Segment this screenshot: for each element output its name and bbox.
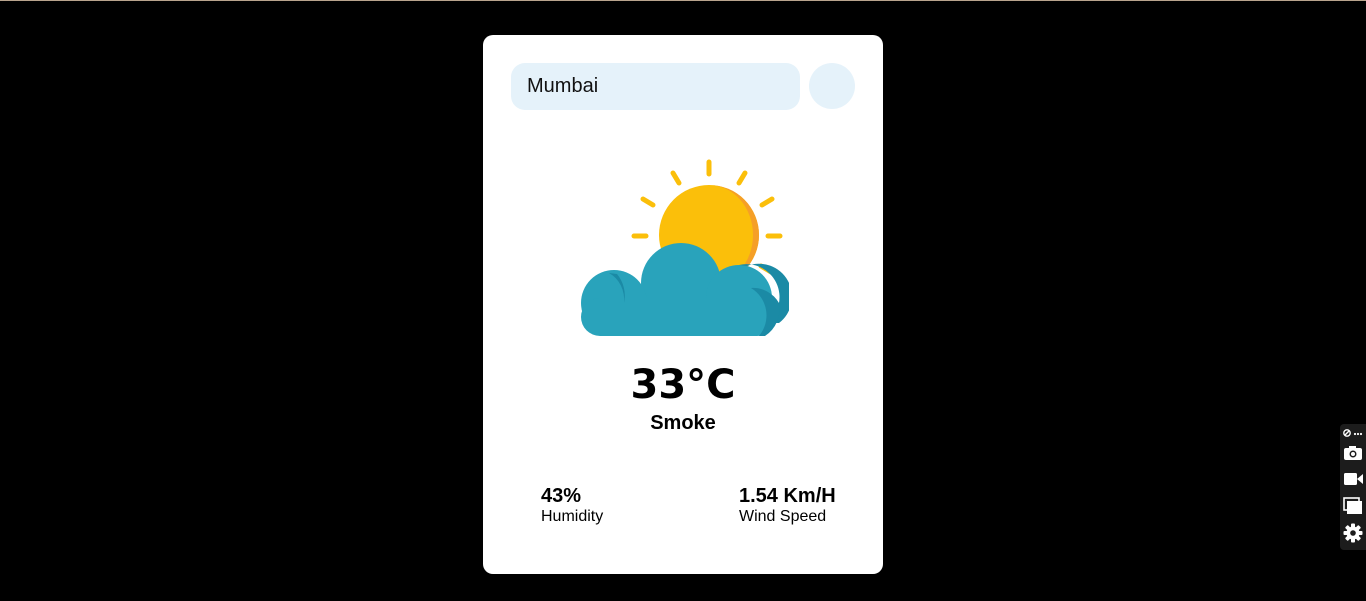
screen-capture-toolbar bbox=[1340, 424, 1366, 550]
settings-button[interactable] bbox=[1340, 521, 1366, 545]
wind-speed-label: Wind Speed bbox=[739, 508, 827, 525]
video-icon bbox=[1344, 473, 1363, 485]
humidity-stat: 43% Humidity bbox=[541, 484, 603, 526]
wind-speed-stat: 1.54 Km/H Wind Speed bbox=[739, 484, 836, 526]
humidity-value: 43% bbox=[541, 485, 582, 507]
wind-speed-value: 1.54 Km/H bbox=[739, 485, 836, 507]
camera-icon bbox=[1344, 446, 1362, 460]
city-search-input[interactable] bbox=[511, 63, 800, 110]
weather-condition: Smoke bbox=[650, 412, 716, 434]
windows-icon bbox=[1343, 497, 1362, 514]
gear-icon bbox=[1343, 523, 1363, 543]
window-top-border bbox=[0, 0, 1366, 1]
link-icon[interactable] bbox=[1342, 428, 1364, 438]
temperature-value: 33°C bbox=[630, 362, 736, 408]
camera-button[interactable] bbox=[1340, 442, 1366, 464]
windows-button[interactable] bbox=[1340, 494, 1366, 518]
search-button[interactable] bbox=[809, 63, 855, 109]
partly-cloudy-icon bbox=[581, 159, 789, 336]
toolbar-top-row bbox=[1340, 426, 1366, 440]
weather-card: 33°C Smoke 43% Humidity 1.54 Km/H Wind S… bbox=[483, 35, 883, 574]
record-video-button[interactable] bbox=[1340, 468, 1366, 490]
humidity-label: Humidity bbox=[541, 508, 604, 525]
